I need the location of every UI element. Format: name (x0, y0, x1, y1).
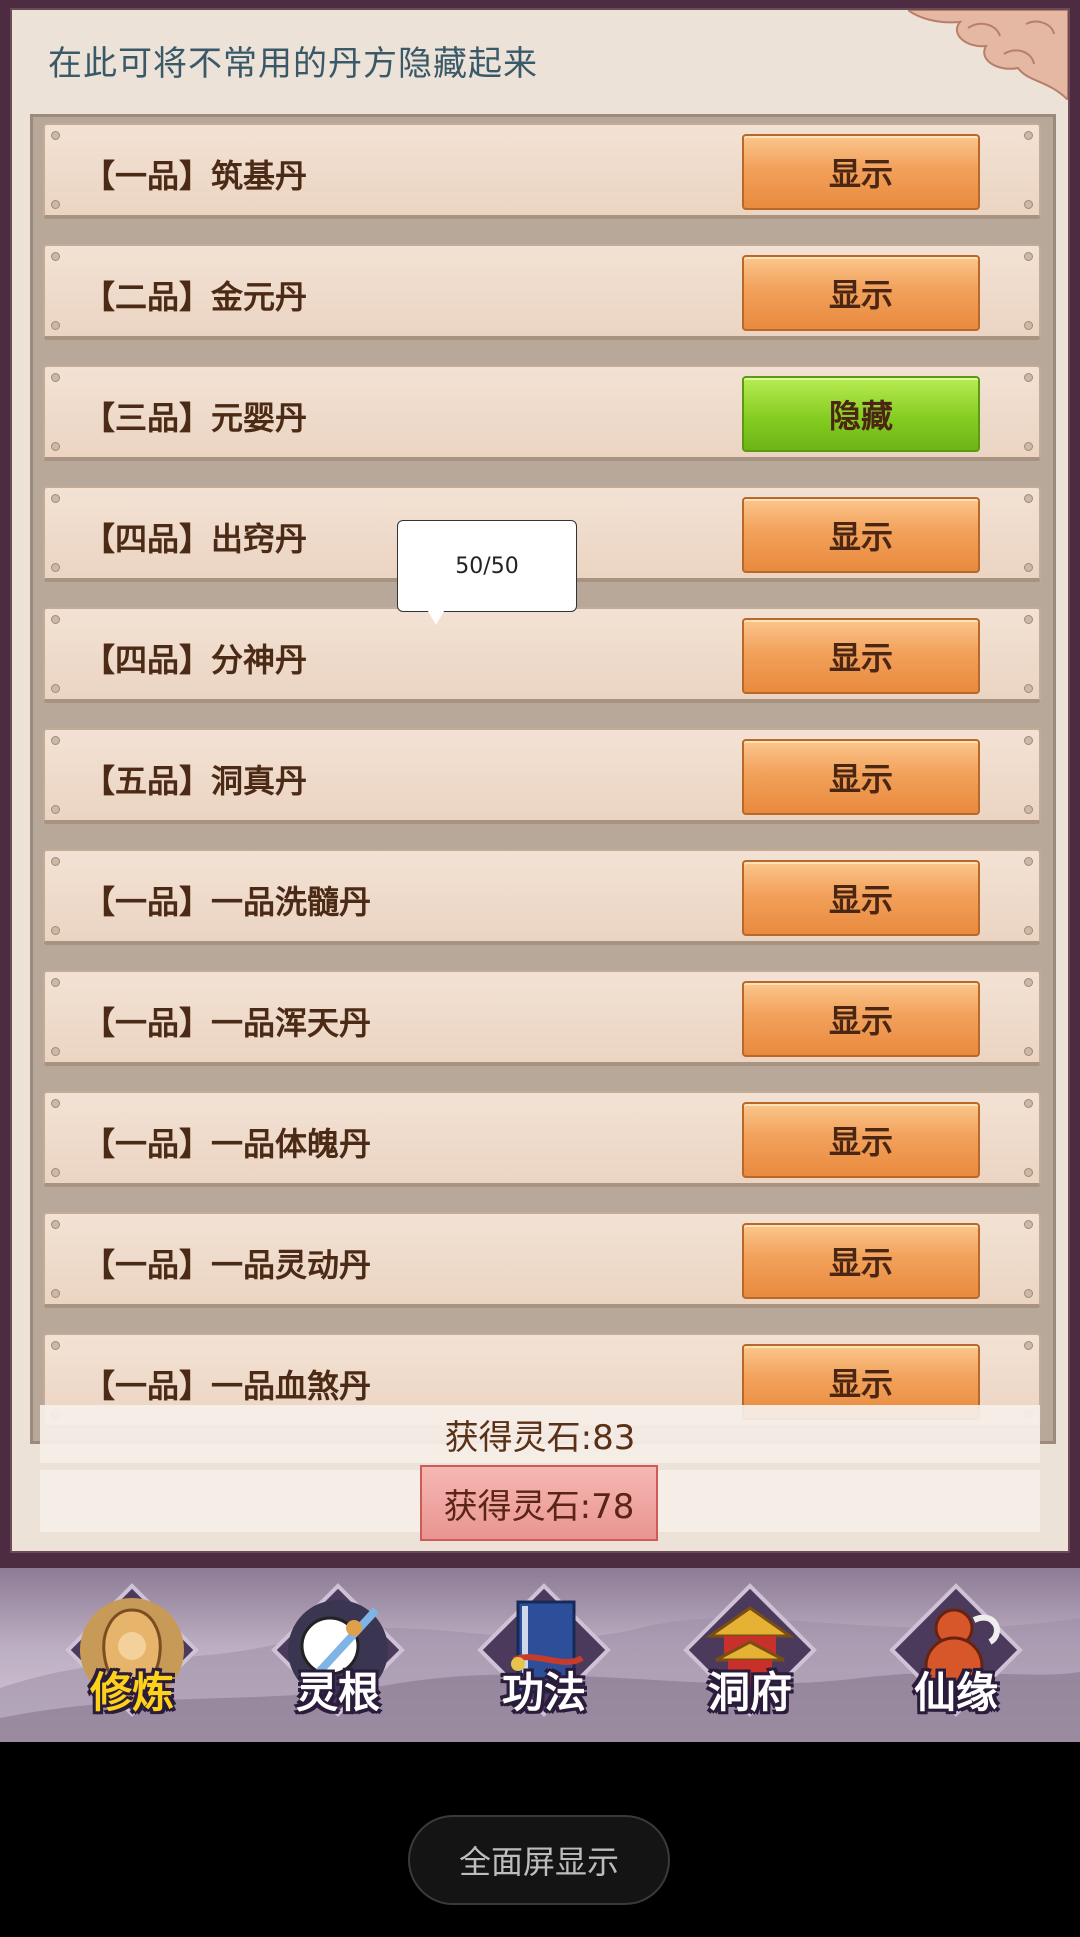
recipe-label: 【一品】筑基丹 (83, 157, 308, 195)
rivet-icon (51, 978, 60, 987)
recipe-label: 【三品】元婴丹 (83, 399, 308, 437)
show-button[interactable]: 显示 (742, 739, 980, 815)
rivet-icon (1024, 252, 1033, 261)
rivet-icon (1024, 857, 1033, 866)
rivet-icon (51, 857, 60, 866)
recipe-label: 【一品】一品浑天丹 (83, 1004, 372, 1042)
rivet-icon (51, 200, 60, 209)
recipe-row: 【四品】分神丹 显示 (43, 607, 1041, 703)
count-tooltip: 50/50 (397, 520, 577, 625)
rivet-icon (1024, 442, 1033, 451)
nav-item[interactable]: 洞府 (670, 1580, 830, 1730)
hide-button[interactable]: 隐藏 (742, 376, 980, 452)
rivet-icon (51, 615, 60, 624)
rivet-icon (1024, 1168, 1033, 1177)
nav-label: 仙缘 (913, 1668, 998, 1717)
rivet-icon (1024, 1047, 1033, 1056)
show-button[interactable]: 显示 (742, 618, 980, 694)
rivet-icon (51, 442, 60, 451)
rivet-icon (51, 926, 60, 935)
rivet-icon (51, 1168, 60, 1177)
rivet-icon (1024, 200, 1033, 209)
game-area: 在此可将不常用的丹方隐藏起来 【一品】筑基丹 显示 【二品】金元丹 显示 【三品】元婴丹… (0, 0, 1080, 1742)
nav-label: 修炼 (89, 1668, 174, 1717)
recipe-row: 【一品】筑基丹 显示 (43, 123, 1041, 219)
reward-toast: 获得灵石:83 (40, 1405, 1040, 1463)
rivet-icon (1024, 1289, 1033, 1298)
tooltip-tail (428, 611, 444, 625)
recipe-row: 【二品】金元丹 显示 (43, 244, 1041, 340)
rivet-icon (1024, 736, 1033, 745)
show-button[interactable]: 显示 (742, 981, 980, 1057)
rivet-icon (1024, 1220, 1033, 1229)
show-button[interactable]: 显示 (742, 1102, 980, 1178)
rivet-icon (51, 1099, 60, 1108)
nav-label: 功法 (501, 1668, 586, 1717)
reward-toast-highlight-text: 获得灵石:78 (443, 1486, 635, 1527)
recipe-row: 【一品】一品灵动丹 显示 (43, 1212, 1041, 1308)
rivet-icon (1024, 373, 1033, 382)
recipe-list[interactable]: 【一品】筑基丹 显示 【二品】金元丹 显示 【三品】元婴丹 隐藏 【四品】出窍丹 显示 【四品】… (30, 114, 1056, 1444)
rivet-icon (1024, 563, 1033, 572)
cloud-decoration-icon (908, 10, 1068, 100)
rivet-icon (51, 1341, 60, 1350)
nav-item[interactable]: 仙缘 (876, 1580, 1036, 1730)
recipe-label: 【五品】洞真丹 (83, 762, 308, 800)
rivet-icon (51, 321, 60, 330)
recipe-row: 【一品】一品洗髓丹 显示 (43, 849, 1041, 945)
recipe-row: 【五品】洞真丹 显示 (43, 728, 1041, 824)
show-button[interactable]: 显示 (742, 134, 980, 210)
recipe-row: 【一品】一品浑天丹 显示 (43, 970, 1041, 1066)
recipe-label: 【一品】一品血煞丹 (83, 1367, 372, 1405)
rivet-icon (51, 563, 60, 572)
rivet-icon (51, 373, 60, 382)
reward-toast-highlight: 获得灵石:78 (420, 1465, 658, 1541)
rivet-icon (51, 1289, 60, 1298)
recipe-label: 【一品】一品灵动丹 (83, 1246, 372, 1284)
recipe-visibility-panel: 在此可将不常用的丹方隐藏起来 【一品】筑基丹 显示 【二品】金元丹 显示 【三品】元婴丹… (10, 8, 1070, 1553)
rivet-icon (1024, 321, 1033, 330)
show-button[interactable]: 显示 (742, 1223, 980, 1299)
rivet-icon (1024, 684, 1033, 693)
bottom-nav: 修炼 灵根 功法 洞府 仙缘 (0, 1568, 1080, 1742)
rivet-icon (1024, 805, 1033, 814)
nav-item[interactable]: 功法 (464, 1580, 624, 1730)
nav-label: 洞府 (707, 1668, 792, 1717)
reward-toast-text: 获得灵石:83 (444, 1417, 636, 1458)
recipe-label: 【一品】一品体魄丹 (83, 1125, 372, 1163)
recipe-label: 【四品】分神丹 (83, 641, 308, 679)
rivet-icon (1024, 494, 1033, 503)
show-button[interactable]: 显示 (742, 255, 980, 331)
rivet-icon (51, 252, 60, 261)
rivet-icon (51, 736, 60, 745)
rivet-icon (51, 131, 60, 140)
rivet-icon (1024, 926, 1033, 935)
rivet-icon (51, 1220, 60, 1229)
show-button[interactable]: 显示 (742, 497, 980, 573)
recipe-label: 【一品】一品洗髓丹 (83, 883, 372, 921)
fullscreen-label: 全面屏显示 (458, 1843, 619, 1881)
nav-item[interactable]: 灵根 (258, 1580, 418, 1730)
fullscreen-button[interactable]: 全面屏显示 (408, 1815, 670, 1905)
rivet-icon (51, 494, 60, 503)
panel-title: 在此可将不常用的丹方隐藏起来 (48, 44, 538, 84)
recipe-label: 【四品】出窍丹 (83, 520, 308, 558)
show-button[interactable]: 显示 (742, 860, 980, 936)
tooltip-text: 50/50 (455, 553, 519, 579)
rivet-icon (1024, 131, 1033, 140)
rivet-icon (51, 805, 60, 814)
nav-label: 灵根 (295, 1668, 380, 1717)
recipe-row: 【一品】一品体魄丹 显示 (43, 1091, 1041, 1187)
rivet-icon (1024, 978, 1033, 987)
recipe-row: 【三品】元婴丹 隐藏 (43, 365, 1041, 461)
rivet-icon (1024, 1099, 1033, 1108)
rivet-icon (51, 1047, 60, 1056)
rivet-icon (1024, 615, 1033, 624)
recipe-label: 【二品】金元丹 (83, 278, 308, 316)
rivet-icon (51, 684, 60, 693)
rivet-icon (1024, 1341, 1033, 1350)
nav-item[interactable]: 修炼 (52, 1580, 212, 1730)
